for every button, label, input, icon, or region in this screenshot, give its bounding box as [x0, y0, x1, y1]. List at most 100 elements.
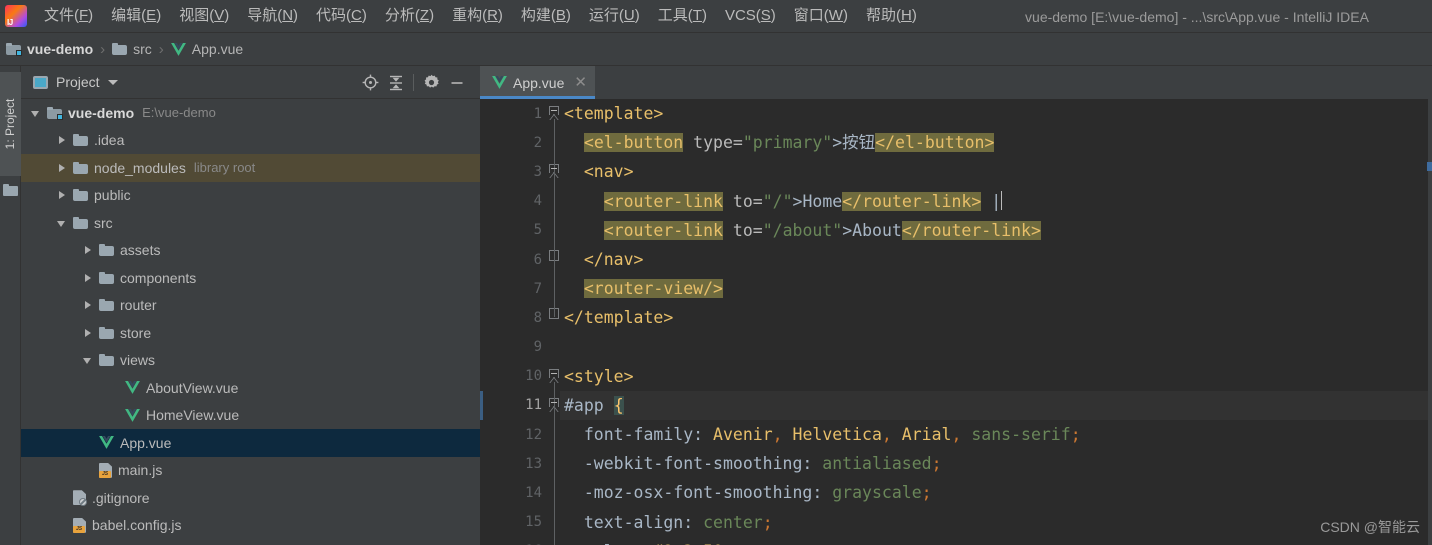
menu-item-2[interactable]: 视图(V)	[170, 4, 238, 28]
tree-row[interactable]: views	[21, 347, 480, 375]
editor-tab-app-vue[interactable]: App.vue ✕	[480, 66, 595, 99]
menu-item-3[interactable]: 导航(N)	[238, 4, 307, 28]
fold-collapse-icon[interactable]	[548, 106, 560, 120]
tree-row-label: App.vue	[120, 434, 172, 451]
tool-window-tab-project[interactable]: 1: Project	[0, 72, 21, 176]
menu-item-9[interactable]: 工具(T)	[649, 4, 716, 28]
module-badge	[16, 50, 22, 56]
editor-gutter[interactable]: 12345678910111213141516	[480, 99, 548, 545]
tree-row[interactable]: App.vue	[21, 429, 480, 457]
menu-item-6[interactable]: 重构(R)	[443, 4, 512, 28]
code-line[interactable]: -moz-osx-font-smoothing: grayscale;	[560, 478, 1432, 507]
code-line[interactable]: </nav>	[560, 245, 1432, 274]
tree-row[interactable]: public	[21, 182, 480, 210]
code-editor[interactable]: 12345678910111213141516 <template> <el-b…	[480, 99, 1432, 545]
minimize-icon[interactable]	[444, 70, 470, 96]
intellij-idea-logo-icon	[5, 5, 27, 27]
menu-item-0[interactable]: 文件(F)	[35, 4, 102, 28]
folder-icon	[99, 244, 114, 257]
tree-row[interactable]: JS main.js	[21, 457, 480, 485]
chevron-right-icon[interactable]	[81, 298, 95, 312]
code-token: -webkit-font-smoothing	[583, 454, 803, 474]
code-line[interactable]: #app {	[560, 390, 1432, 421]
breadcrumb-item-vue-demo[interactable]: vue-demo	[6, 41, 93, 57]
code-line[interactable]: <router-link to="/">Home</router-link> |	[560, 187, 1432, 216]
locate-icon[interactable]	[357, 70, 383, 96]
tree-row[interactable]: .gitignore	[21, 484, 480, 512]
tree-row[interactable]: AboutView.vue	[21, 374, 480, 402]
tree-row-label: .gitignore	[92, 489, 150, 506]
tree-row[interactable]: components	[21, 264, 480, 292]
line-number: 8	[533, 309, 542, 326]
gear-icon[interactable]	[418, 70, 444, 96]
tree-row[interactable]: .idea	[21, 127, 480, 155]
tree-row[interactable]: src	[21, 209, 480, 237]
rail-folder-icon[interactable]	[3, 184, 18, 196]
line-number: 15	[525, 514, 542, 531]
js-file-icon: JS	[73, 517, 86, 533]
code-content[interactable]: <template> <el-button type="primary">按钮<…	[560, 99, 1432, 545]
code-line[interactable]: <router-view/>	[560, 274, 1432, 303]
chevron-down-icon[interactable]	[107, 79, 118, 85]
code-token: </router-link>	[901, 220, 1041, 240]
close-icon[interactable]: ✕	[574, 75, 587, 90]
line-number: 9	[533, 339, 542, 356]
code-line[interactable]: font-family: Avenir, Helvetica, Arial, s…	[560, 420, 1432, 449]
menu-item-11[interactable]: 窗口(W)	[785, 4, 857, 28]
tree-row[interactable]: HomeView.vue	[21, 402, 480, 430]
menu-item-12[interactable]: 帮助(H)	[857, 4, 926, 28]
left-tool-rail: 1: Project	[0, 66, 21, 545]
chevron-right-icon[interactable]	[55, 188, 69, 202]
chevron-right-icon[interactable]	[81, 271, 95, 285]
tree-row[interactable]: node_modules library root	[21, 154, 480, 182]
code-line[interactable]: </template>	[560, 303, 1432, 332]
menu-item-10[interactable]: VCS(S)	[716, 4, 785, 28]
tree-row[interactable]: router	[21, 292, 480, 320]
menu-item-5[interactable]: 分析(Z)	[376, 4, 443, 28]
code-line[interactable]: <router-link to="/about">About</router-l…	[560, 216, 1432, 245]
code-line[interactable]: <style>	[560, 362, 1432, 391]
gitignore-file-icon	[73, 490, 87, 507]
code-line[interactable]: color: #2c3e50;	[560, 537, 1432, 545]
project-tree[interactable]: vue-demo E:\vue-demo .idea node_modules libr…	[21, 99, 480, 545]
menu-item-4[interactable]: 代码(C)	[307, 4, 376, 28]
chevron-down-icon[interactable]	[55, 216, 69, 230]
menu-item-8[interactable]: 运行(U)	[580, 4, 649, 28]
fold-collapse-icon[interactable]	[548, 368, 560, 383]
chevron-down-icon[interactable]	[29, 106, 43, 120]
breadcrumb-item-src[interactable]: src	[112, 41, 152, 57]
menu-item-7[interactable]: 构建(B)	[512, 4, 580, 28]
chevron-right-icon[interactable]	[55, 133, 69, 147]
chevron-right-icon[interactable]	[81, 326, 95, 340]
code-token: <style>	[564, 366, 634, 386]
chevron-right-icon[interactable]	[55, 161, 69, 175]
code-line[interactable]: <nav>	[560, 157, 1432, 186]
tree-row[interactable]: assets	[21, 237, 480, 265]
code-line[interactable]: text-align: center;	[560, 508, 1432, 537]
tree-row[interactable]: vue-demo E:\vue-demo	[21, 99, 480, 127]
editor-scrollbar[interactable]	[1427, 66, 1432, 545]
chevron-down-icon[interactable]	[81, 353, 95, 367]
code-line[interactable]: <template>	[560, 99, 1432, 128]
menu-item-1[interactable]: 编辑(E)	[102, 4, 170, 28]
project-panel-toolbar	[357, 66, 470, 99]
tree-row[interactable]: JS babel.config.js	[21, 512, 480, 540]
code-fold-rail[interactable]	[548, 99, 560, 545]
breadcrumb-item-app-vue[interactable]: App.vue	[170, 41, 243, 57]
fold-slot	[548, 333, 560, 362]
code-line[interactable]	[560, 333, 1432, 362]
line-number: 6	[533, 251, 542, 268]
code-line[interactable]: -webkit-font-smoothing: antialiased;	[560, 449, 1432, 478]
folder-icon	[73, 216, 88, 229]
code-token: :	[812, 483, 833, 503]
chevron-right-icon[interactable]	[81, 243, 95, 257]
tree-row-note: E:\vue-demo	[142, 105, 216, 121]
code-line[interactable]: <el-button type="primary">按钮</el-button>	[560, 128, 1432, 157]
code-token: >	[984, 133, 995, 153]
tree-row[interactable]: store	[21, 319, 480, 347]
collapse-all-icon[interactable]	[383, 70, 409, 96]
